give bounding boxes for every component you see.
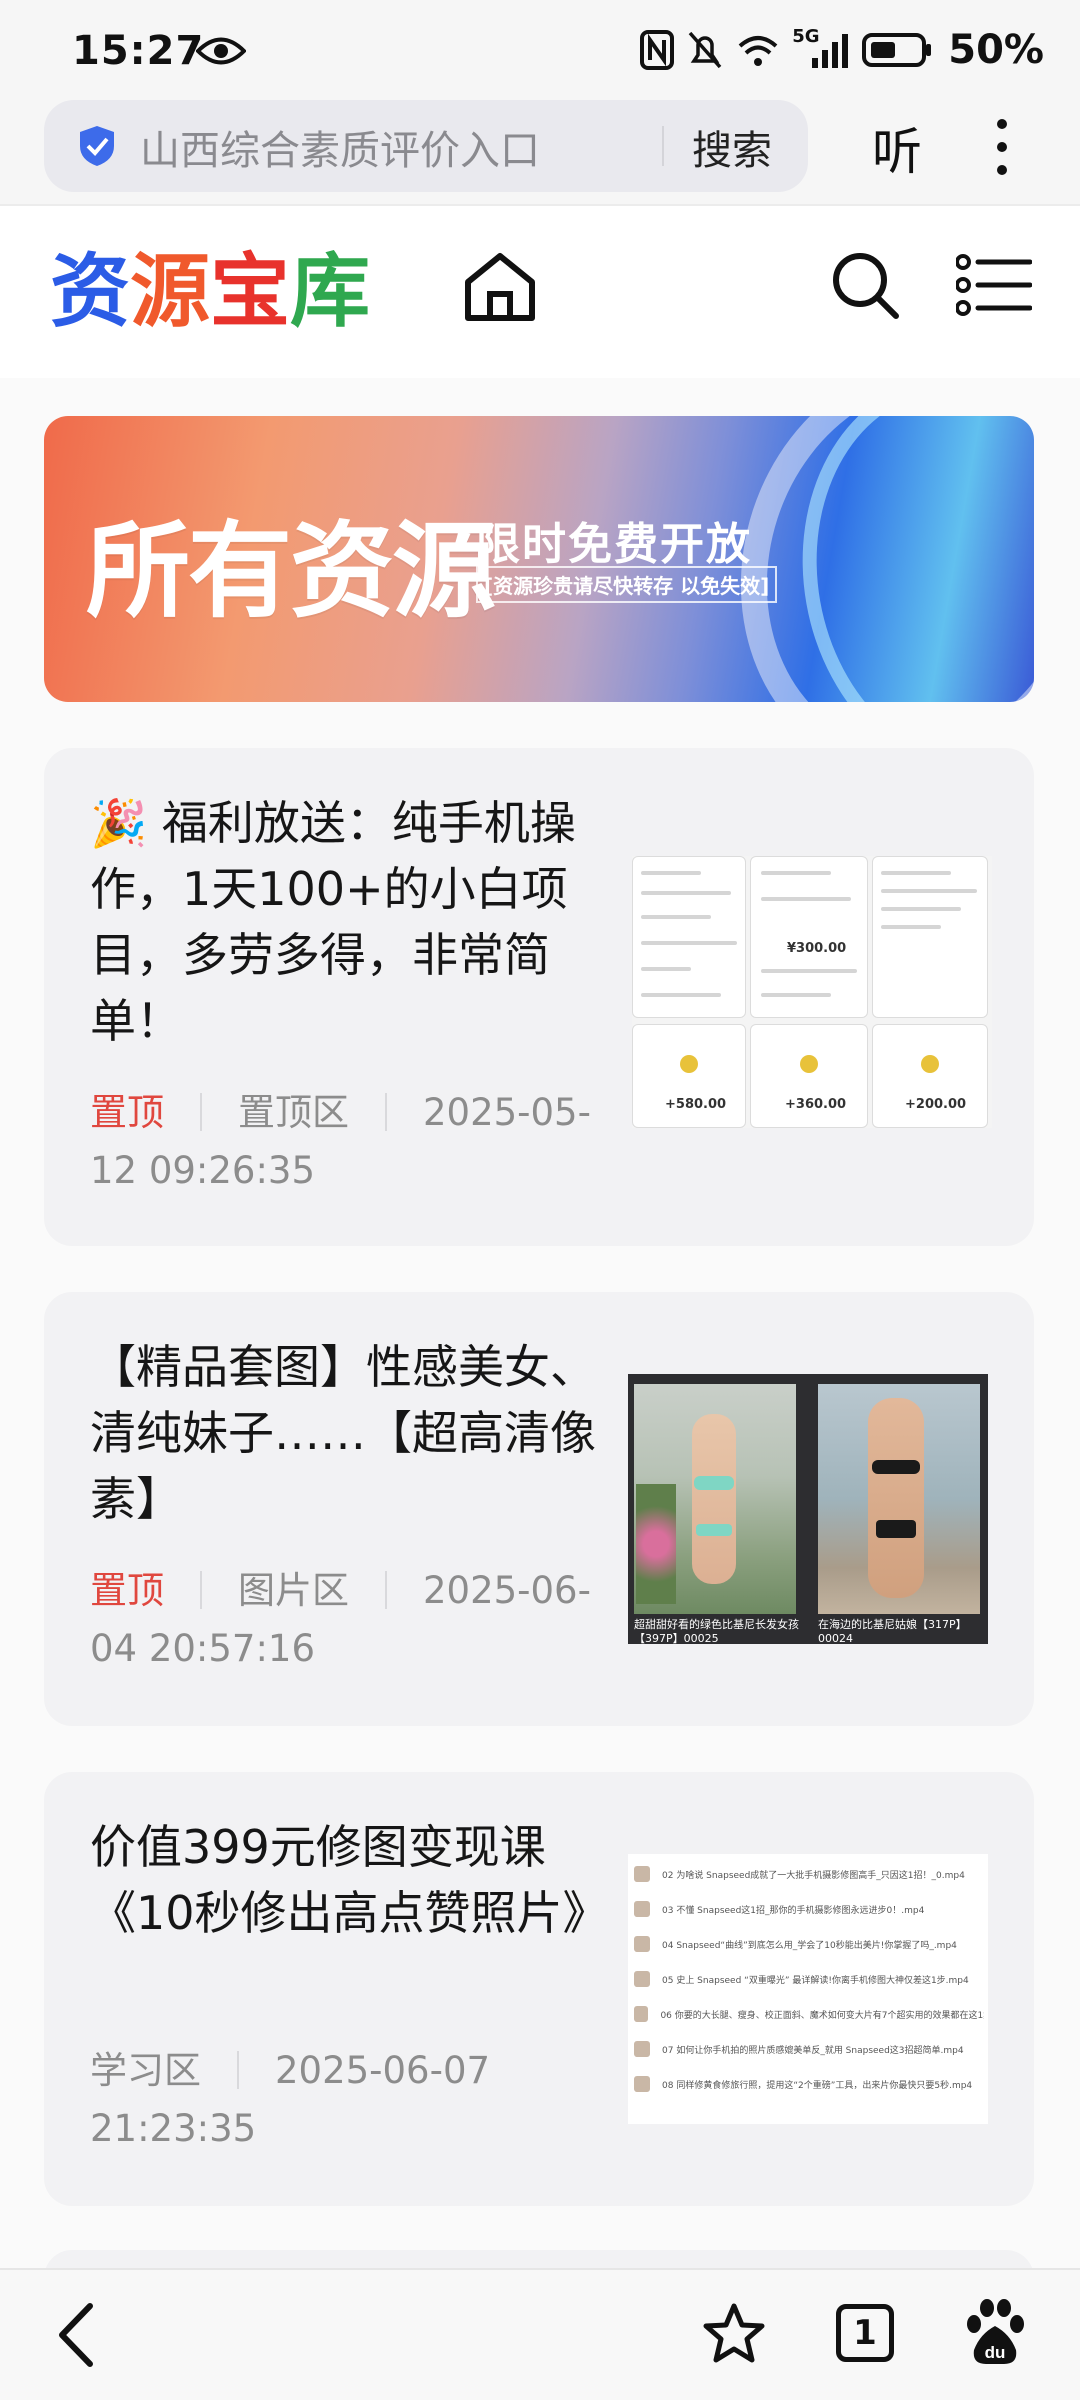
star-icon[interactable] [702,2302,766,2366]
thumb-screen [872,856,988,1018]
post-card[interactable]: 价值399元修图变现课《10秒修出高点赞照片》 学习区 2025-06-07 21… [44,1772,1034,2206]
video-thumb-icon [634,2076,650,2092]
post-category: 图片区 [238,1569,349,1612]
url-text: 山西综合素质评价入口 [140,128,540,174]
battery-icon [862,33,932,67]
baidu-paw-icon[interactable]: du [962,2298,1028,2368]
banner-note: [资源珍贵请尽快转存 以免失效] [476,566,778,603]
browser-toolbar: 山西综合素质评价入口 搜索 听 [0,100,1080,204]
thumb-screen: ¥300.00 [750,856,868,1018]
shield-check-icon [80,126,114,166]
site-header: 资源宝库 [0,206,1080,378]
logo-char-1: 资 [50,245,130,338]
search-button[interactable]: 搜索 [692,118,772,176]
nfc-icon [640,30,675,70]
home-icon[interactable] [462,248,538,324]
photo-thumb [818,1384,980,1614]
list-item-text: 02 为啥说 Snapseed成就了一大批手机摄影修图高手_只因这1招！_0.m… [662,1870,965,1881]
photo-caption: 超甜甜好看的绿色比基尼长发女孩【397P】00025 [634,1618,799,1644]
photo-caption: 在海边的比基尼姑娘【317P】00024 [818,1618,967,1644]
thumb-screen: +580.00 [632,1024,746,1128]
menu-icon[interactable] [956,254,1032,316]
party-popper-icon: 🎉 [90,796,148,850]
thumb-screen [632,856,746,1018]
pinned-label: 置顶 [90,1569,164,1612]
video-thumb-icon [634,2006,649,2022]
list-item: 06 你要的大长腿、瘦身、校正面斜、魔术如何变大片有7个超实用的效果都在这1集!… [634,2004,984,2024]
photo-thumb [634,1384,796,1614]
post-title: 🎉 福利放送：纯手机操作，1天100+的小白项目，多劳多得，非常简单！ [90,790,600,1054]
list-item: 08 同样修黄食修旅行照，提用这“2个重磅”工具，出来片你最快只要5秒.mp4 [634,2074,984,2094]
video-thumb-icon [634,1971,650,1987]
post-thumbnail: 超甜甜好看的绿色比基尼长发女孩【397P】00025 在海边的比基尼姑娘【317… [628,1374,988,1644]
logo-char-3: 宝 [210,245,290,338]
video-thumb-icon [634,1901,650,1917]
post-category: 置顶区 [238,1091,349,1134]
list-item: 05 史上 Snapseed “双重曝光” 最详解读!你离手机修图大神仅差这1步… [634,1969,984,1989]
post-title: 【精品套图】性感美女、清纯妹子……【超高清像素】 [90,1340,596,1526]
post-thumbnail: ¥300.00 +580.00 +360.00 +200.00 [632,856,992,1128]
promo-banner[interactable]: 所有资源 限时免费开放 [资源珍贵请尽快转存 以免失效] [44,416,1034,702]
list-item: 02 为啥说 Snapseed成就了一大批手机摄影修图高手_只因这1招！_0.m… [634,1864,984,1884]
pinned-label: 置顶 [90,1091,164,1134]
list-item-text: 03 不懂 Snapseed这1招_那你的手机摄影修图永远进步0！.mp4 [662,1905,925,1916]
address-divider [662,126,664,166]
post-title: 价值399元修图变现课《10秒修出高点赞照片》 [90,1820,609,1940]
address-bar[interactable]: 山西综合素质评价入口 搜索 [44,100,808,192]
thumb-amount: ¥300.00 [787,941,847,956]
post-meta: 置顶 置顶区 2025-05-12 09:26:35 [90,1084,610,1200]
back-arrow-icon[interactable] [54,2300,98,2370]
list-item-text: 08 同样修黄食修旅行照，提用这“2个重磅”工具，出来片你最快只要5秒.mp4 [662,2080,973,2091]
list-item: 07 如何让你手机拍的照片质感媲美单反_就用 Snapseed这3招超简单.mp… [634,2039,984,2059]
thumb-amount: +360.00 [785,1097,847,1112]
site-logo[interactable]: 资源宝库 [50,242,370,342]
meta-divider [237,2051,239,2089]
post-thumbnail: 02 为啥说 Snapseed成就了一大批手机摄影修图高手_只因这1招！_0.m… [628,1854,988,2124]
status-time: 15:27 [72,28,205,74]
mute-bell-icon [688,31,722,69]
list-item-text: 07 如何让你手机拍的照片质感媲美单反_就用 Snapseed这3招超简单.mp… [662,2045,964,2056]
more-vertical-icon[interactable] [992,118,1012,176]
thumb-amount: +580.00 [665,1097,727,1112]
logo-char-2: 源 [130,245,210,338]
battery-percent: 50% [948,27,1044,73]
svg-text:du: du [985,2343,1006,2362]
status-bar: 15:27 5G 50% [0,0,1080,100]
post-meta: 学习区 2025-06-07 21:23:35 [90,2042,610,2158]
meta-divider [200,1571,202,1609]
thumb-screen: +360.00 [750,1024,868,1128]
post-category: 学习区 [90,2049,201,2092]
signal-icon: 5G [792,26,850,70]
meta-divider [385,1093,387,1131]
post-title-text: 福利放送：纯手机操作，1天100+的小白项目，多劳多得，非常简单！ [90,796,576,1048]
meta-divider [200,1093,202,1131]
tabs-button[interactable]: 1 [836,2304,894,2362]
banner-title: 所有资源 [86,510,496,632]
video-thumb-icon [634,1866,650,1882]
listen-button[interactable]: 听 [872,112,922,184]
post-meta: 置顶 图片区 2025-06-04 20:57:16 [90,1562,610,1678]
list-item: 03 不懂 Snapseed这1招_那你的手机摄影修图永远进步0！.mp4 [634,1899,984,1919]
wifi-icon [738,36,778,66]
post-card[interactable]: 🎉 福利放送：纯手机操作，1天100+的小白项目，多劳多得，非常简单！ 置顶 置顶… [44,748,1034,1246]
list-item: 04 Snapseed“曲线”到底怎么用_学会了10秒能出美片!你掌握了吗_.m… [634,1934,984,1954]
post-card[interactable]: 【精品套图】性感美女、清纯妹子……【超高清像素】 置顶 图片区 2025-06-04… [44,1292,1034,1726]
list-item-text: 05 史上 Snapseed “双重曝光” 最详解读!你离手机修图大神仅差这1步… [662,1975,969,1986]
browser-bottom-nav: 1 du [0,2268,1080,2400]
video-thumb-icon [634,1936,650,1952]
video-thumb-icon [634,2041,650,2057]
thumb-screen: +200.00 [872,1024,988,1128]
list-item-text: 06 你要的大长腿、瘦身、校正面斜、魔术如何变大片有7个超实用的效果都在这1集!… [660,2010,984,2021]
list-item-text: 04 Snapseed“曲线”到底怎么用_学会了10秒能出美片!你掌握了吗_.m… [662,1940,957,1951]
status-icons: 5G 50% [640,26,1044,74]
eye-icon [196,37,246,65]
search-icon[interactable] [828,248,902,322]
logo-char-4: 库 [290,245,370,338]
thumb-amount: +200.00 [905,1097,967,1112]
banner-subtitle: 限时免费开放 [476,519,752,570]
meta-divider [385,1571,387,1609]
